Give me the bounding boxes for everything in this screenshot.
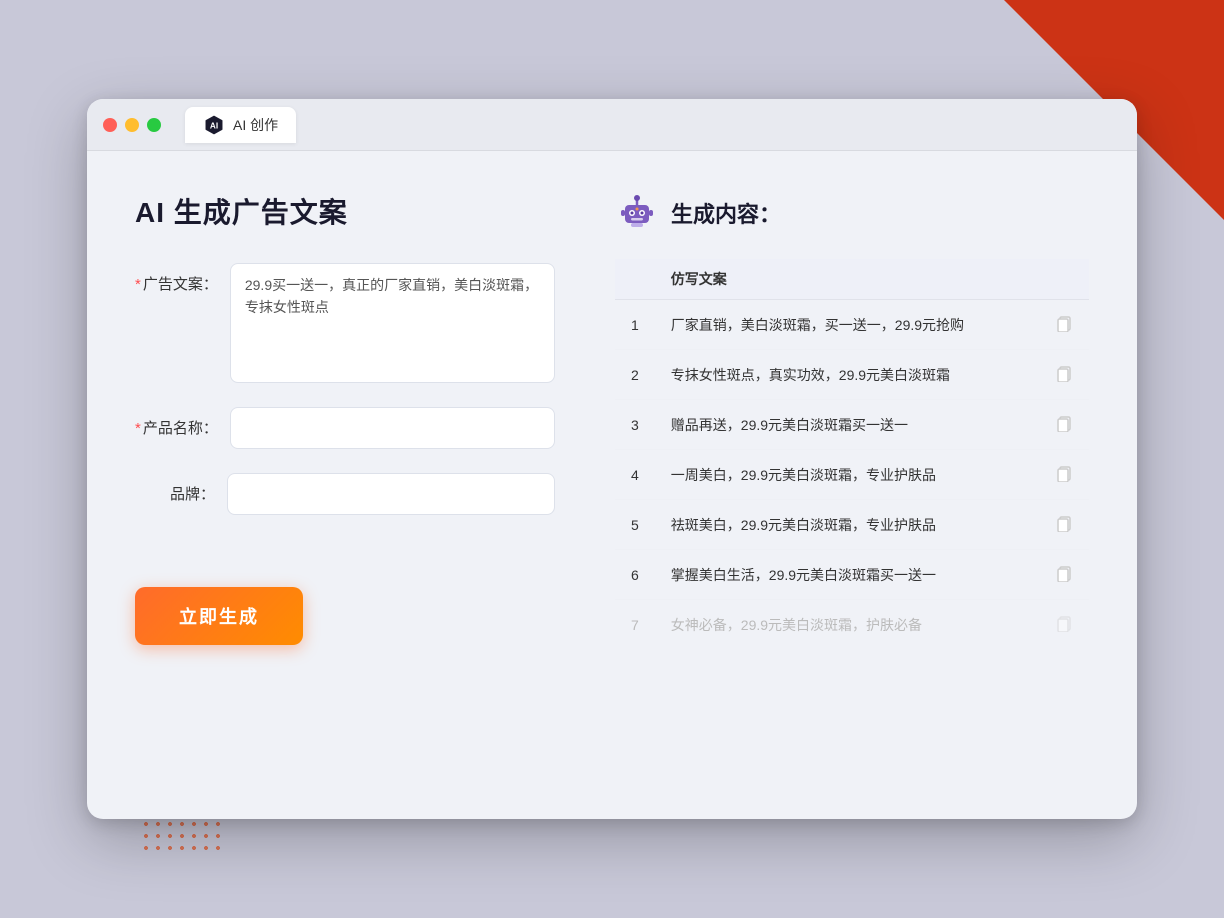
copy-button[interactable] [1039,450,1089,500]
row-number: 6 [615,550,655,600]
right-panel: 生成内容： 仿写文案 1厂家直销，美白淡斑霜，买一送一，29.9元抢购 2专抹女… [615,191,1089,779]
bg-decoration-dots [140,818,220,858]
content-area: AI 生成广告文案 *广告文案： 29.9买一送一，真正的厂家直销，美白淡斑霜，… [87,151,1137,819]
brand-group: 品牌： 好白 [135,473,555,515]
product-name-group: *产品名称： 美白淡斑霜 [135,407,555,449]
brand-label: 品牌： [135,473,215,504]
row-copy-text: 掌握美白生活，29.9元美白淡斑霜买一送一 [655,550,1039,600]
ai-logo-icon: AI [203,114,225,136]
product-required: * [135,420,141,437]
table-row: 7女神必备，29.9元美白淡斑霜，护肤必备 [615,600,1089,650]
close-button[interactable] [103,118,117,132]
maximize-button[interactable] [147,118,161,132]
browser-window: AI AI 创作 AI 生成广告文案 *广告文案： 29.9买一送一，真正的厂家… [87,99,1137,819]
table-header-num [615,259,655,300]
row-number: 5 [615,500,655,550]
row-number: 3 [615,400,655,450]
table-header-action [1039,259,1089,300]
table-row: 2专抹女性斑点，真实功效，29.9元美白淡斑霜 [615,350,1089,400]
tab-label: AI 创作 [233,115,278,135]
table-header-copy: 仿写文案 [655,259,1039,300]
minimize-button[interactable] [125,118,139,132]
table-row: 5祛斑美白，29.9元美白淡斑霜，专业护肤品 [615,500,1089,550]
brand-input[interactable]: 好白 [227,473,555,515]
browser-tab[interactable]: AI AI 创作 [185,107,296,143]
row-number: 4 [615,450,655,500]
row-copy-text: 一周美白，29.9元美白淡斑霜，专业护肤品 [655,450,1039,500]
ad-copy-required: * [135,276,141,293]
table-row: 1厂家直销，美白淡斑霜，买一送一，29.9元抢购 [615,300,1089,350]
ad-copy-group: *广告文案： 29.9买一送一，真正的厂家直销，美白淡斑霜，专抹女性斑点 [135,263,555,383]
product-name-input[interactable]: 美白淡斑霜 [230,407,555,449]
right-header: 生成内容： [615,191,1089,235]
row-number: 7 [615,600,655,650]
product-name-label: *产品名称： [135,407,218,438]
row-copy-text: 厂家直销，美白淡斑霜，买一送一，29.9元抢购 [655,300,1039,350]
left-panel: AI 生成广告文案 *广告文案： 29.9买一送一，真正的厂家直销，美白淡斑霜，… [135,191,555,779]
page-title: AI 生成广告文案 [135,191,555,231]
title-bar: AI AI 创作 [87,99,1137,151]
robot-icon [615,191,659,235]
table-row: 6掌握美白生活，29.9元美白淡斑霜买一送一 [615,550,1089,600]
row-number: 1 [615,300,655,350]
row-copy-text: 祛斑美白，29.9元美白淡斑霜，专业护肤品 [655,500,1039,550]
row-copy-text: 赠品再送，29.9元美白淡斑霜买一送一 [655,400,1039,450]
copy-button[interactable] [1039,400,1089,450]
right-panel-title: 生成内容： [671,197,781,229]
copy-button[interactable] [1039,600,1089,650]
row-copy-text: 专抹女性斑点，真实功效，29.9元美白淡斑霜 [655,350,1039,400]
copy-button[interactable] [1039,500,1089,550]
table-row: 3赠品再送，29.9元美白淡斑霜买一送一 [615,400,1089,450]
results-table: 仿写文案 1厂家直销，美白淡斑霜，买一送一，29.9元抢购 2专抹女性斑点，真实… [615,259,1089,649]
row-number: 2 [615,350,655,400]
table-header-row: 仿写文案 [615,259,1089,300]
copy-button[interactable] [1039,300,1089,350]
ad-copy-label: *广告文案： [135,263,218,294]
copy-button[interactable] [1039,350,1089,400]
generate-button[interactable]: 立即生成 [135,587,303,645]
row-copy-text: 女神必备，29.9元美白淡斑霜，护肤必备 [655,600,1039,650]
table-row: 4一周美白，29.9元美白淡斑霜，专业护肤品 [615,450,1089,500]
window-controls [103,118,161,132]
ad-copy-input[interactable]: 29.9买一送一，真正的厂家直销，美白淡斑霜，专抹女性斑点 [230,263,555,383]
copy-button[interactable] [1039,550,1089,600]
svg-text:AI: AI [210,121,218,130]
